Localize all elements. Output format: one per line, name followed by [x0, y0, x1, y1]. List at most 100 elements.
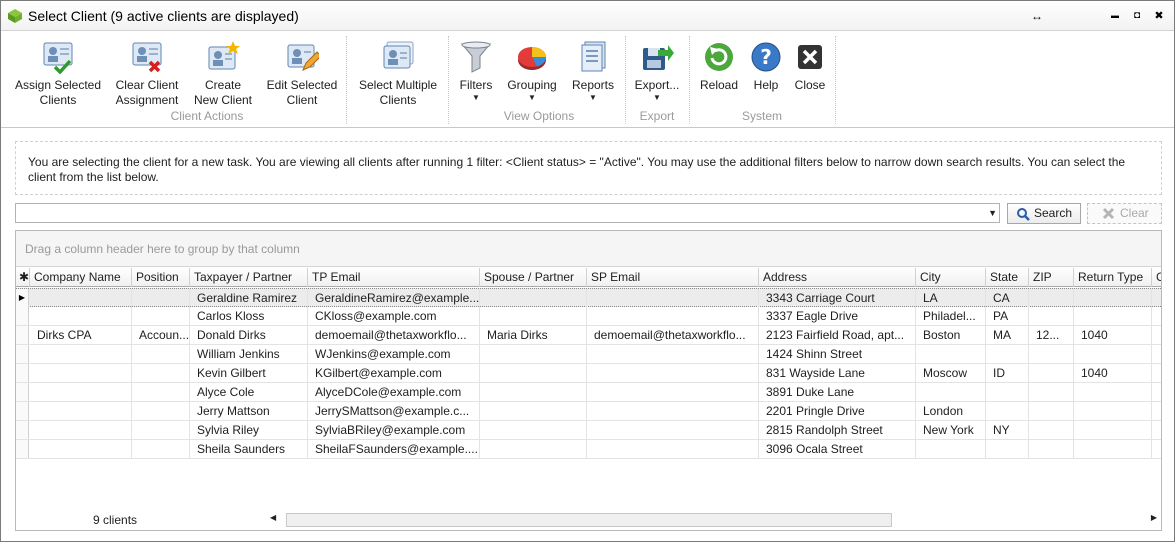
column-header[interactable]: Spouse / Partner [480, 268, 587, 287]
edit-client-icon [287, 44, 319, 71]
export-dropdown-arrow: ▼ [653, 93, 661, 102]
table-cell [1152, 421, 1161, 439]
table-cell [1152, 402, 1161, 420]
create-new-client-button[interactable]: Create New Client [189, 38, 257, 116]
row-indicator[interactable] [16, 307, 29, 325]
table-cell [480, 402, 587, 420]
close-button[interactable]: Close [789, 38, 831, 116]
table-cell [132, 383, 190, 401]
row-indicator[interactable] [16, 402, 29, 420]
table-cell [1029, 289, 1074, 307]
table-row[interactable]: Sylvia Riley SylviaBRiley@example.com 2815… [16, 421, 1161, 440]
scrollbar-thumb[interactable] [286, 513, 892, 527]
row-indicator[interactable] [16, 345, 29, 363]
table-row[interactable]: Jerry Mattson JerrySMattson@example.c... 2… [16, 402, 1161, 421]
table-cell [1029, 345, 1074, 363]
row-indicator[interactable] [16, 383, 29, 401]
table-cell [1074, 402, 1152, 420]
table-cell: 3096 Ocala Street [759, 440, 916, 458]
column-header[interactable]: City [916, 268, 986, 287]
table-row[interactable]: ▶ Geraldine Ramirez GeraldineRamirez@examp… [16, 288, 1161, 307]
column-header[interactable]: Position [132, 268, 190, 287]
table-cell [986, 402, 1029, 420]
reload-button[interactable]: Reload [697, 38, 741, 116]
export-icon [643, 45, 674, 70]
row-indicator[interactable] [16, 326, 29, 344]
column-header[interactable]: Taxpayer / Partner [190, 268, 308, 287]
create-client-icon [208, 41, 240, 70]
column-header[interactable]: Company Name [30, 268, 132, 287]
scroll-right-icon[interactable]: ▶ [1151, 513, 1157, 522]
table-row[interactable]: William Jenkins WJenkins@example.com 1424 … [16, 345, 1161, 364]
table-cell [916, 383, 986, 401]
grouping-button[interactable]: Grouping ▼ [504, 38, 560, 116]
search-button-label: Search [1034, 206, 1073, 220]
funnel-icon [460, 41, 492, 73]
ribbon-separator [346, 36, 347, 124]
table-cell: 1424 Shinn Street [759, 345, 916, 363]
column-header[interactable]: ZIP [1029, 268, 1074, 287]
table-row[interactable]: Sheila Saunders SheilaFSaunders@example..… [16, 440, 1161, 459]
maximize-button[interactable]: ◘ [1128, 7, 1146, 25]
help-button[interactable]: ? Help [745, 38, 787, 116]
table-cell [480, 383, 587, 401]
assign-selected-clients-button[interactable]: Assign Selected Clients [13, 38, 103, 116]
table-cell [1074, 440, 1152, 458]
horizontal-scrollbar[interactable]: ◀ ▶ [268, 512, 1161, 528]
table-cell: JerrySMattson@example.c... [308, 402, 480, 420]
table-row[interactable]: Dirks CPA Accoun... Donald Dirks demoemail@… [16, 326, 1161, 345]
row-indicator[interactable] [16, 440, 29, 458]
client-count: 9 clients [93, 513, 138, 527]
table-cell [480, 345, 587, 363]
column-header[interactable]: Address [759, 268, 916, 287]
grid-header: ✱ Company Name Position Taxpayer / Partner T… [16, 268, 1161, 287]
clear-button[interactable]: Clear [1087, 203, 1162, 224]
select-multiple-icon [383, 41, 414, 69]
table-row[interactable]: Kevin Gilbert KGilbert@example.com 831 Way… [16, 364, 1161, 383]
table-cell: William Jenkins [190, 345, 308, 363]
ribbon-toolbar: Assign Selected Clients Clear Client Ass… [1, 32, 1174, 128]
filters-dropdown-arrow: ▼ [472, 93, 480, 102]
row-indicator[interactable] [16, 364, 29, 382]
chevron-down-icon[interactable]: ▼ [988, 206, 997, 220]
search-button[interactable]: Search [1007, 203, 1081, 224]
grouping-label: Grouping [507, 78, 557, 92]
scroll-left-icon[interactable]: ◀ [270, 513, 276, 522]
table-cell: NY [986, 421, 1029, 439]
table-cell: Jerry Mattson [190, 402, 308, 420]
close-label: Close [794, 78, 826, 92]
table-row[interactable]: Carlos Kloss CKloss@example.com 3337 Eagle… [16, 307, 1161, 326]
edit-selected-client-button[interactable]: Edit Selected Client [263, 38, 341, 116]
restore-size-button[interactable]: ↔ [1028, 7, 1046, 25]
column-header[interactable]: Return Type [1074, 268, 1152, 287]
info-message: You are selecting the client for a new t… [15, 141, 1162, 195]
column-header[interactable]: State [986, 268, 1029, 287]
group-by-panel[interactable]: Drag a column header here to group by th… [16, 231, 1161, 267]
table-row[interactable]: Alyce Cole AlyceDCole@example.com 3891 Duk… [16, 383, 1161, 402]
table-cell: 12... [1029, 326, 1074, 344]
table-cell: Sheila Saunders [190, 440, 308, 458]
table-cell: SheilaFSaunders@example.... [308, 440, 480, 458]
table-cell [986, 345, 1029, 363]
filters-button[interactable]: Filters ▼ [453, 38, 499, 116]
row-indicator-header[interactable]: ✱ [16, 268, 30, 287]
ribbon-separator [448, 36, 449, 124]
table-cell [132, 307, 190, 325]
table-cell [1074, 421, 1152, 439]
column-header[interactable]: SP Email [587, 268, 759, 287]
column-header[interactable]: C [1152, 268, 1161, 287]
search-input[interactable]: ▼ [15, 203, 1000, 223]
clear-client-assignment-button[interactable]: Clear Client Assignment [109, 38, 185, 116]
reports-button[interactable]: Reports ▼ [567, 38, 619, 116]
select-multiple-clients-button[interactable]: Select Multiple Clients [353, 38, 443, 116]
export-button[interactable]: Export... ▼ [631, 38, 683, 116]
table-cell: Boston [916, 326, 986, 344]
reports-dropdown-arrow: ▼ [589, 93, 597, 102]
minimize-button[interactable]: ▬ [1106, 7, 1124, 25]
row-indicator[interactable]: ▶ [16, 289, 29, 307]
reload-icon [705, 43, 733, 71]
column-header[interactable]: TP Email [308, 268, 480, 287]
row-indicator[interactable] [16, 421, 29, 439]
table-cell: GeraldineRamirez@example... [308, 289, 480, 307]
close-window-button[interactable]: ✖ [1150, 7, 1168, 25]
